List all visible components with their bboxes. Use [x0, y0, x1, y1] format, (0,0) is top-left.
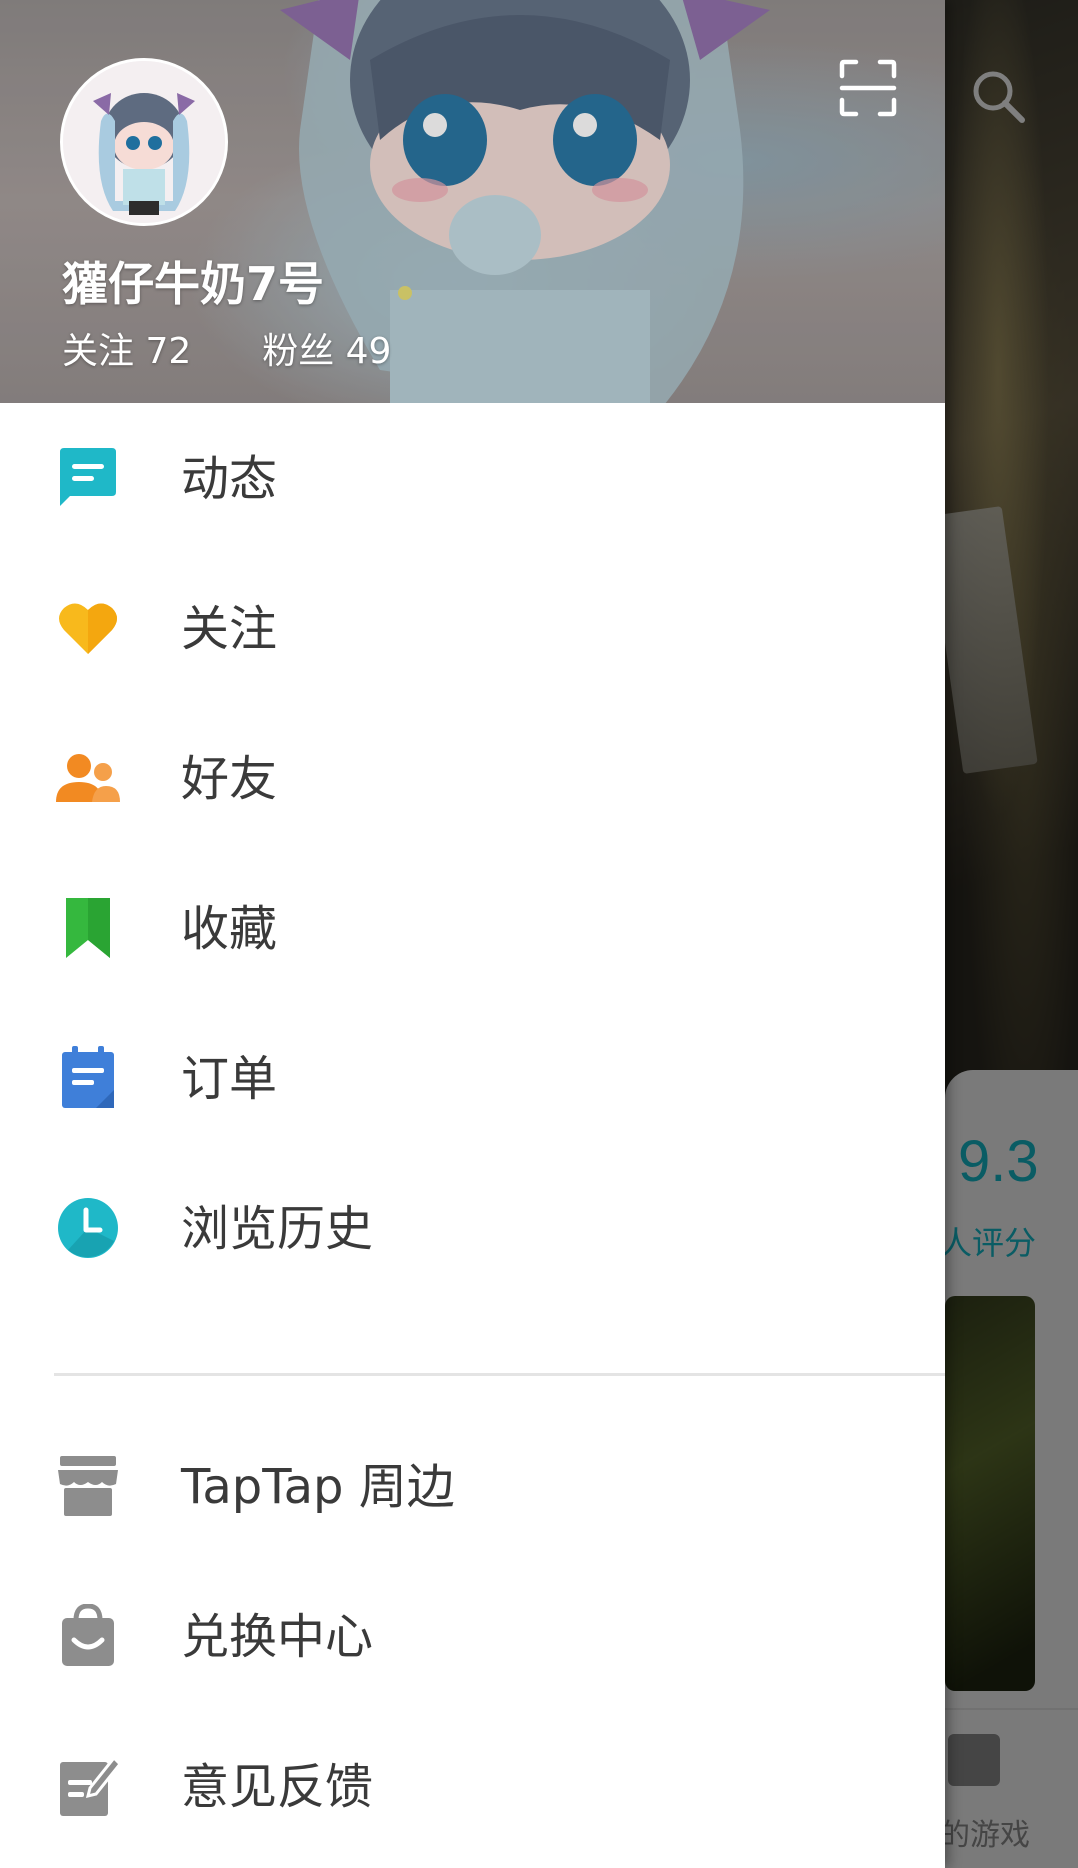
navigation-drawer: 獾仔牛奶7号 关注 72 粉丝 49 动态 关注 好友 收藏 订单 浏览历史 T…: [0, 0, 945, 1868]
user-avatar[interactable]: [60, 58, 228, 226]
menu-item-redeem-center[interactable]: 兑换中心: [0, 1561, 945, 1711]
menu-item-label: 订单: [181, 1051, 278, 1107]
following-label[interactable]: 关注: [62, 331, 134, 372]
menu-item-label: 兑换中心: [181, 1609, 374, 1665]
feed-icon: [60, 448, 116, 506]
menu-item-following[interactable]: 关注: [0, 553, 945, 703]
following-count[interactable]: 72: [145, 331, 191, 372]
menu-item-label: 动态: [181, 451, 278, 507]
scan-icon[interactable]: [838, 58, 898, 118]
menu-item-favorites[interactable]: 收藏: [0, 853, 945, 1003]
menu-item-label: 收藏: [181, 901, 278, 957]
followers-label[interactable]: 粉丝: [262, 331, 334, 372]
menu-item-orders[interactable]: 订单: [0, 1003, 945, 1153]
avatar-image: [63, 61, 225, 223]
feedback-icon: [60, 1755, 120, 1816]
primary-menu: 动态 关注 好友 收藏 订单 浏览历史: [0, 403, 945, 1303]
menu-item-label: TapTap 周边: [181, 1459, 455, 1515]
follow-stats: 关注 72 粉丝 49: [62, 322, 391, 374]
shopping-bag-icon: [62, 1604, 114, 1666]
menu-item-feed[interactable]: 动态: [0, 403, 945, 553]
order-icon: [62, 1046, 114, 1108]
profile-header: 獾仔牛奶7号 关注 72 粉丝 49: [0, 0, 945, 403]
heart-icon: [59, 603, 117, 654]
menu-item-label: 好友: [181, 751, 278, 807]
menu-item-label: 关注: [181, 601, 278, 657]
bookmark-icon: [66, 898, 110, 958]
menu-item-label: 意见反馈: [181, 1759, 374, 1815]
menu-item-taptap-merch[interactable]: TapTap 周边: [0, 1411, 945, 1561]
store-icon: [58, 1456, 118, 1516]
menu-item-feedback[interactable]: 意见反馈: [0, 1711, 945, 1861]
secondary-menu: TapTap 周边 兑换中心 意见反馈: [0, 1411, 945, 1861]
username[interactable]: 獾仔牛奶7号: [62, 248, 324, 314]
menu-item-friends[interactable]: 好友: [0, 703, 945, 853]
menu-item-label: 浏览历史: [181, 1201, 374, 1257]
menu-divider: [54, 1373, 945, 1376]
menu-item-history[interactable]: 浏览历史: [0, 1153, 945, 1303]
clock-icon: [58, 1198, 118, 1258]
followers-count[interactable]: 49: [346, 331, 392, 372]
friends-icon: [56, 754, 120, 802]
